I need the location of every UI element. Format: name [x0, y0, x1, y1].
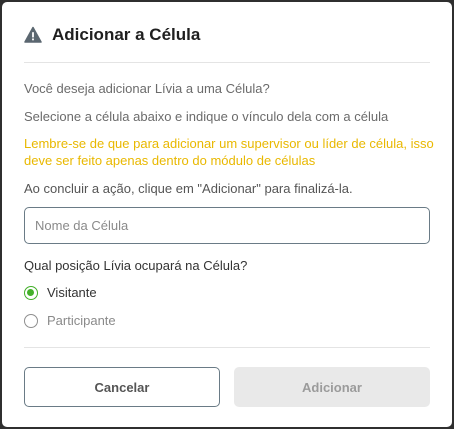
radio-unselected-icon[interactable]: [24, 313, 38, 328]
add-to-cell-dialog: Adicionar a Célula Você deseja adicionar…: [2, 2, 452, 427]
radio-selected-icon[interactable]: [24, 285, 38, 300]
question-text: Você deseja adicionar Lívia a uma Célula…: [24, 81, 270, 96]
dialog-title: Adicionar a Célula: [52, 25, 201, 44]
position-question: Qual posição Lívia ocupará na Célula?: [24, 258, 248, 273]
conclude-text: Ao concluir a ação, clique em "Adicionar…: [24, 181, 353, 196]
radio-label-visitante: Visitante: [47, 285, 97, 300]
radio-label-participante: Participante: [47, 313, 116, 328]
footer-divider: [24, 347, 430, 348]
dialog-header: Adicionar a Célula: [24, 24, 200, 46]
warning-text: Lembre-se de que para adicionar um super…: [24, 136, 434, 168]
add-button[interactable]: Adicionar: [234, 367, 430, 407]
warning-icon: [24, 26, 42, 44]
radio-option-visitante[interactable]: Visitante: [24, 285, 97, 300]
cell-name-input[interactable]: [24, 207, 430, 244]
radio-option-participante[interactable]: Participante: [24, 313, 116, 328]
instruction-text: Selecione a célula abaixo e indique o ví…: [24, 109, 389, 124]
cancel-button[interactable]: Cancelar: [24, 367, 220, 407]
header-divider: [24, 62, 430, 63]
